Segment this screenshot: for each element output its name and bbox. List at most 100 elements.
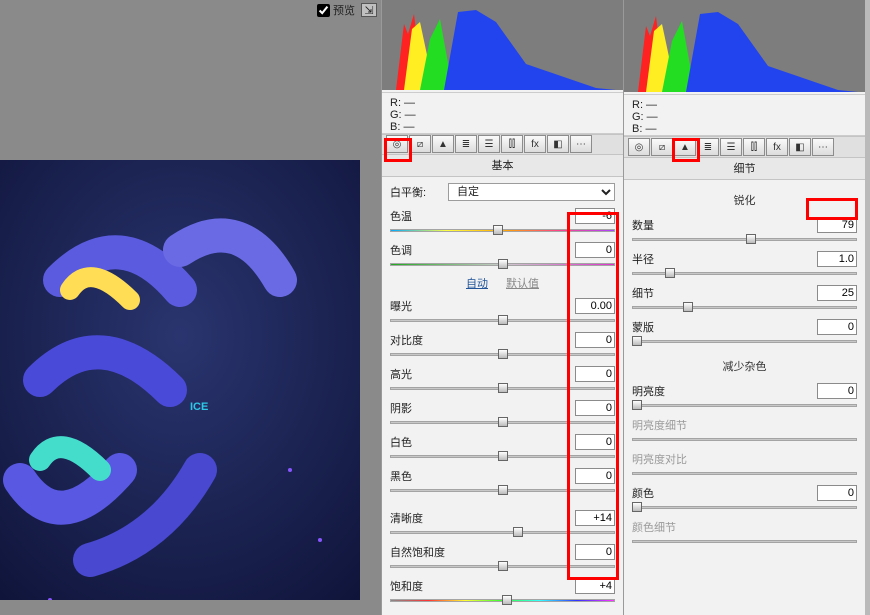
contrast-label: 对比度 — [390, 332, 448, 348]
crop-icon[interactable]: ⧄ — [409, 135, 431, 153]
more-icon[interactable]: ⋯ — [570, 135, 592, 153]
detail-panel: R: — G: — B: — ◎ ⧄ ▲ ≣ ☰ ⫿⫿ fx ◧ ⋯ 细节 锐化… — [623, 0, 865, 615]
rgb-readout: R: — G: — B: — — [382, 92, 623, 134]
whites-slider[interactable] — [498, 451, 508, 461]
exposure-label: 曝光 — [390, 298, 448, 314]
saturation-slider[interactable] — [502, 595, 512, 605]
svg-text:ICE: ICE — [190, 401, 208, 413]
clarity-slider[interactable] — [513, 527, 523, 537]
contrast-slider[interactable] — [498, 349, 508, 359]
auto-link[interactable]: 自动 — [466, 275, 488, 291]
curves-icon[interactable]: ⫿⫿ — [501, 135, 523, 153]
detail-slider[interactable] — [683, 302, 693, 312]
noise-header: 减少杂色 — [632, 358, 857, 374]
tint-slider[interactable] — [498, 259, 508, 269]
lum-label: 明亮度 — [632, 383, 690, 399]
rgb-readout-2: R: — G: — B: — — [624, 94, 865, 136]
eq-icon-2[interactable]: ☰ — [720, 138, 742, 156]
r-value-2: R: — — [632, 99, 857, 111]
lum-input[interactable] — [817, 383, 857, 399]
vibrance-slider[interactable] — [498, 561, 508, 571]
sharpen-header: 锐化 — [632, 192, 857, 208]
crop-icon-2[interactable]: ⧄ — [651, 138, 673, 156]
color-input[interactable] — [817, 485, 857, 501]
blacks-input[interactable] — [575, 468, 615, 484]
temp-slider[interactable] — [493, 225, 503, 235]
triangle-icon[interactable]: ▲ — [432, 135, 454, 153]
wb-label: 白平衡: — [390, 184, 448, 200]
lines-icon[interactable]: ≣ — [455, 135, 477, 153]
coldet-label: 颜色细节 — [632, 519, 690, 535]
aperture-icon[interactable]: ◎ — [386, 135, 408, 153]
triangle-icon-2[interactable]: ▲ — [674, 138, 696, 156]
more-icon-2[interactable]: ⋯ — [812, 138, 834, 156]
shadows-label: 阴影 — [390, 400, 448, 416]
color-slider[interactable] — [632, 502, 642, 512]
saturation-label: 饱和度 — [390, 578, 448, 594]
preview-text: 预览 — [333, 2, 355, 18]
whites-input[interactable] — [575, 434, 615, 450]
fullscreen-button[interactable]: ⇲ — [361, 3, 377, 17]
shadows-slider[interactable] — [498, 417, 508, 427]
exposure-slider[interactable] — [498, 315, 508, 325]
detail-input[interactable] — [817, 285, 857, 301]
highlights-slider[interactable] — [498, 383, 508, 393]
tab-bar-basic: ◎ ⧄ ▲ ≣ ☰ ⫿⫿ fx ◧ ⋯ — [382, 134, 623, 155]
b-value-2: B: — — [632, 123, 857, 135]
basic-panel: R: — G: — B: — ◎ ⧄ ▲ ≣ ☰ ⫿⫿ fx ◧ ⋯ 基本 白平… — [381, 0, 623, 615]
highlights-input[interactable] — [575, 366, 615, 382]
histogram-2 — [624, 0, 865, 92]
histogram — [382, 0, 623, 90]
amount-slider[interactable] — [746, 234, 756, 244]
masking-input[interactable] — [817, 319, 857, 335]
vibrance-input[interactable] — [575, 544, 615, 560]
lumcon-label: 明亮度对比 — [632, 451, 700, 467]
highlights-label: 高光 — [390, 366, 448, 382]
blacks-slider[interactable] — [498, 485, 508, 495]
masking-label: 蒙版 — [632, 319, 690, 335]
clarity-input[interactable] — [575, 510, 615, 526]
tab-bar-detail: ◎ ⧄ ▲ ≣ ☰ ⫿⫿ fx ◧ ⋯ — [624, 136, 865, 158]
fx-icon-2[interactable]: fx — [766, 138, 788, 156]
eq-icon[interactable]: ☰ — [478, 135, 500, 153]
tint-input[interactable] — [575, 242, 615, 258]
vibrance-label: 自然饱和度 — [390, 544, 458, 560]
exposure-input[interactable] — [575, 298, 615, 314]
b-value: B: — — [390, 121, 615, 133]
radius-slider[interactable] — [665, 268, 675, 278]
lumdet-label: 明亮度细节 — [632, 417, 700, 433]
fx-icon[interactable]: fx — [524, 135, 546, 153]
white-balance-select[interactable]: 自定 — [448, 183, 615, 201]
color-label: 颜色 — [632, 485, 690, 501]
blacks-label: 黑色 — [390, 468, 448, 484]
aperture-icon-2[interactable]: ◎ — [628, 138, 650, 156]
lines-icon-2[interactable]: ≣ — [697, 138, 719, 156]
image-canvas[interactable]: ICE — [0, 160, 360, 600]
preview-checkbox[interactable] — [317, 4, 330, 17]
radius-label: 半径 — [632, 251, 690, 267]
mix-icon-2[interactable]: ◧ — [789, 138, 811, 156]
preview-pane: 预览 ⇲ ICE — [0, 0, 381, 615]
temp-input[interactable] — [575, 208, 615, 224]
preview-toggle-label: 预览 — [317, 2, 355, 18]
g-value: G: — — [390, 109, 615, 121]
g-value-2: G: — — [632, 111, 857, 123]
tint-label: 色调 — [390, 242, 448, 258]
saturation-input[interactable] — [575, 578, 615, 594]
amount-input[interactable] — [817, 217, 857, 233]
contrast-input[interactable] — [575, 332, 615, 348]
lum-slider[interactable] — [632, 400, 642, 410]
basic-title: 基本 — [382, 155, 623, 177]
default-link[interactable]: 默认值 — [506, 275, 539, 291]
masking-slider[interactable] — [632, 336, 642, 346]
mix-icon[interactable]: ◧ — [547, 135, 569, 153]
detail-label: 细节 — [632, 285, 690, 301]
clarity-label: 清晰度 — [390, 510, 448, 526]
whites-label: 白色 — [390, 434, 448, 450]
radius-input[interactable] — [817, 251, 857, 267]
shadows-input[interactable] — [575, 400, 615, 416]
detail-title: 细节 — [624, 158, 865, 180]
preview-bar: 预览 ⇲ — [317, 2, 377, 18]
amount-label: 数量 — [632, 217, 690, 233]
curves-icon-2[interactable]: ⫿⫿ — [743, 138, 765, 156]
